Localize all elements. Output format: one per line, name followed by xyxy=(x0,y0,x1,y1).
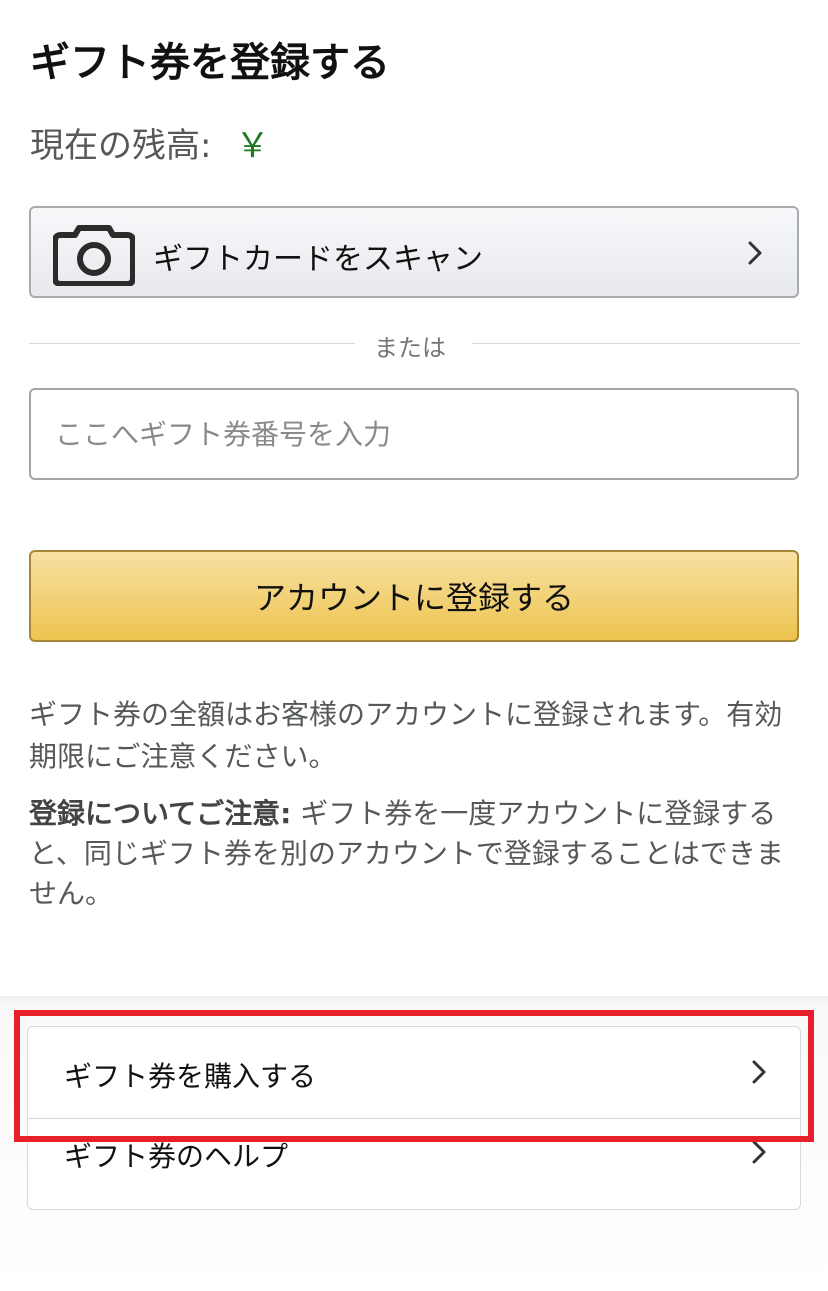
chevron-right-icon xyxy=(752,1140,766,1164)
note-heading: 登録についてご注意: xyxy=(29,797,292,830)
or-divider: または xyxy=(29,326,800,362)
chevron-right-icon xyxy=(748,241,762,265)
scan-gift-card-button[interactable]: ギフトカードをスキャン xyxy=(29,206,799,298)
gift-code-input[interactable] xyxy=(29,388,799,480)
links-card: ギフト券を購入する ギフト券のヘルプ xyxy=(27,1026,801,1210)
buy-gift-card-link[interactable]: ギフト券を購入する xyxy=(28,1027,800,1119)
register-to-account-button[interactable]: アカウントに登録する xyxy=(29,550,799,642)
gift-card-redeem-page: ギフト券を登録する 現在の残高: ￥ ギフトカードをスキャン または アカウント… xyxy=(0,0,828,1291)
registration-note: 登録についてご注意: ギフト券を一度アカウントに登録すると、同じギフト券を別のア… xyxy=(29,794,804,914)
link-label: ギフト券を購入する xyxy=(64,1060,317,1093)
divider-line xyxy=(29,343,355,344)
divider-line xyxy=(472,343,800,344)
info-text: ギフト券の全額はお客様のアカウントに登録されます。有効期限にご注意ください。 xyxy=(29,698,783,773)
scan-button-label: ギフトカードをスキャン xyxy=(153,242,483,277)
gift-card-help-link[interactable]: ギフト券のヘルプ xyxy=(28,1119,800,1209)
balance-row: 現在の残高: ￥ xyxy=(30,118,269,167)
divider-text: または xyxy=(374,334,446,362)
camera-icon xyxy=(53,225,135,286)
page-title: ギフト券を登録する xyxy=(30,40,390,86)
balance-value: ￥ xyxy=(235,126,270,166)
balance-label: 現在の残高: xyxy=(30,126,212,166)
link-label: ギフト券のヘルプ xyxy=(64,1140,289,1173)
chevron-right-icon xyxy=(752,1060,766,1084)
